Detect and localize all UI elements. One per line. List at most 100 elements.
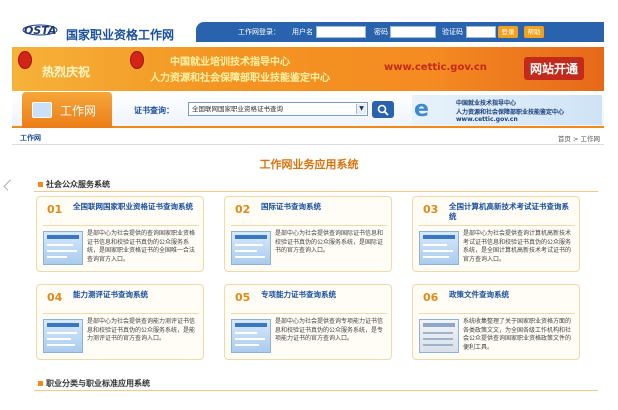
card-description: 是部中心为社会提供的查询国家职业资格证书信息和校验证书真伪的公众服务系统，是国家… (87, 230, 196, 263)
card-national-certificate[interactable]: 01 全国联网国家职业资格证书查询系统 是部中心为社会提供的查询国家职业资格证书… (36, 196, 204, 272)
banner-url: www.cettic.gov.cn (384, 62, 487, 73)
thumbnail-line (423, 256, 449, 258)
card-number: 03 (423, 203, 439, 216)
thumbnail-line (423, 338, 453, 340)
thumbnail-line (47, 338, 71, 340)
card-title[interactable]: 全国联网国家职业资格证书查询系统 (73, 202, 199, 212)
page-title: 工作网业务应用系统 (259, 158, 359, 171)
thumbnail-line (235, 250, 257, 252)
username-label: 用户名 (292, 28, 313, 36)
section-occupation-standards: 职业分类与职业标准应用系统 (46, 379, 150, 388)
thumbnail-line (47, 332, 77, 334)
breadcrumb-path[interactable]: 首页 > 工作网 (558, 133, 600, 143)
card-title[interactable]: 能力测评证书查询系统 (73, 290, 199, 300)
section-public-services: 社会公众服务系统 (46, 180, 110, 189)
card-divider (43, 313, 199, 314)
celebration-banner[interactable]: 热烈庆祝 中国就业培训技术指导中心 人力资源和社会保障部职业技能鉴定中心 www… (12, 47, 604, 91)
thumbnail-line (235, 244, 263, 246)
card-number: 02 (235, 203, 251, 216)
thumbnail-bar (47, 235, 79, 239)
e-logo-icon: e (414, 97, 429, 122)
password-label: 密码 (374, 28, 388, 36)
tab-home[interactable]: 工作网 (22, 92, 112, 128)
card-description: 是部中心为社会提供查询国际证书信息和校验证书真伪的公众服务系统，是国际证书的官方… (275, 230, 384, 254)
card-thumbnail (43, 231, 83, 265)
certificate-search-label: 证书查询： (134, 106, 174, 115)
card-thumbnail (43, 319, 83, 353)
thumbnail-bar (235, 235, 267, 239)
search-icon (377, 104, 389, 116)
card-thumbnail (419, 231, 459, 265)
thumbnail-line (235, 332, 257, 334)
search-button[interactable] (372, 101, 394, 118)
thumbnail-line (423, 344, 453, 346)
banner-line-1: 中国就业培训技术指导中心 (170, 57, 290, 68)
breadcrumb-current: 工作网 (20, 134, 41, 142)
card-title[interactable]: 全国计算机高新技术考试证书查询系统 (449, 202, 575, 222)
banner-line-2: 人力资源和社会保障部职业技能鉴定中心 (150, 73, 330, 84)
card-description: 是部中心为社会提供查询计算机高新技术考试证书信息和校验证书真伪的公众服务系统，是… (463, 230, 572, 263)
card-title[interactable]: 专项能力证书查询系统 (261, 290, 387, 300)
card-computer-tech-exam[interactable]: 03 全国计算机高新技术考试证书查询系统 是部中心为社会提供查询计算机高新技术考… (412, 196, 580, 272)
card-thumbnail (231, 319, 271, 353)
thumbnail-bar (423, 235, 455, 239)
collapse-arrow-icon[interactable] (3, 179, 15, 191)
card-international-certificate[interactable]: 02 国际证书查询系统 是部中心为社会提供查询国际证书信息和校验证书真伪的公众服… (224, 196, 392, 272)
login-button[interactable]: 登录 (498, 26, 518, 38)
help-button[interactable]: 帮助 (524, 26, 544, 38)
partner-logo-block[interactable]: e 中国就业技术指导中心 人力资源和社会保障部职业技能鉴定中心 www.cett… (412, 95, 602, 125)
card-divider (43, 225, 199, 226)
thumbnail-bar (235, 323, 267, 327)
thumbnail-line (47, 256, 67, 258)
partner-line-2: 人力资源和社会保障部职业技能鉴定中心 (456, 109, 565, 116)
card-description: 系统收集整理了关于国家职业资格方面的各类政策文文，为全国各级工作机构和社会公众提… (463, 318, 572, 351)
thumbnail-line (47, 250, 77, 252)
certificate-type-select[interactable]: 全国联网国家职业资格证书查询 ▼ (188, 102, 368, 116)
captcha-label: 验证码 (442, 28, 463, 36)
card-title[interactable]: 政策文件查询系统 (449, 290, 575, 300)
section-divider (34, 191, 598, 192)
section-bullet-icon (38, 182, 43, 187)
card-divider (231, 225, 387, 226)
card-title[interactable]: 国际证书查询系统 (261, 202, 387, 212)
thumbnail-line (47, 344, 75, 346)
lantern-icon (130, 51, 144, 69)
thumbnail-line (423, 244, 447, 246)
login-bar: 工作网登录： 用户名 密码 验证码 登录 帮助 (196, 22, 604, 42)
section-bullet-icon (38, 381, 43, 386)
password-input[interactable] (390, 26, 436, 38)
captcha-input[interactable] (466, 26, 496, 38)
thumbnail-line (235, 256, 265, 258)
partner-line-3: www.cettic.gov.cn (456, 116, 518, 123)
login-label: 工作网登录： (238, 28, 280, 36)
tab-home-label: 工作网 (60, 104, 97, 118)
select-value: 全国联网国家职业资格证书查询 (192, 105, 283, 113)
card-number: 01 (47, 203, 63, 216)
card-number: 05 (235, 291, 251, 304)
top-header: OSTA 国家职业资格工作网 工作网登录： 用户名 密码 验证码 登录 帮助 (0, 0, 618, 44)
card-divider (419, 225, 575, 226)
card-divider (231, 313, 387, 314)
thumbnail-line (423, 332, 453, 334)
thumbnail-bar (423, 323, 455, 327)
card-thumbnail (419, 319, 459, 353)
card-thumbnail (231, 231, 271, 265)
card-description: 是部中心为社会提供查询能力测评证书信息和校验证书真伪的公众服务系统，是能力测评证… (87, 318, 196, 342)
banner-open-text: 网站开通 (524, 57, 585, 80)
chevron-down-icon[interactable]: ▼ (356, 104, 366, 114)
card-number: 04 (47, 291, 63, 304)
breadcrumb: 工作网 首页 > 工作网 (12, 131, 604, 145)
thumbnail-line (423, 250, 453, 252)
section-divider (34, 390, 598, 391)
logo-text: OSTA (24, 24, 57, 37)
thumbnail-line (235, 338, 265, 340)
search-strip: 工作网 证书查询： 全国联网国家职业资格证书查询 ▼ e 中国就业技术指导中心 … (12, 92, 604, 128)
card-policy-documents[interactable]: 06 政策文件查询系统 系统收集整理了关于国家职业资格方面的各类政策文文，为全国… (412, 284, 580, 360)
card-divider (419, 313, 575, 314)
site-title[interactable]: 国家职业资格工作网 (66, 26, 174, 43)
partner-line-1: 中国就业技术指导中心 (456, 100, 517, 107)
card-special-ability[interactable]: 05 专项能力证书查询系统 是部中心为社会提供查询专项能力证书信息和校验证书真伪… (224, 284, 392, 360)
thumbnail-line (235, 344, 259, 346)
username-input[interactable] (316, 26, 366, 38)
card-ability-assessment[interactable]: 04 能力测评证书查询系统 是部中心为社会提供查询能力测评证书信息和校验证书真伪… (36, 284, 204, 360)
